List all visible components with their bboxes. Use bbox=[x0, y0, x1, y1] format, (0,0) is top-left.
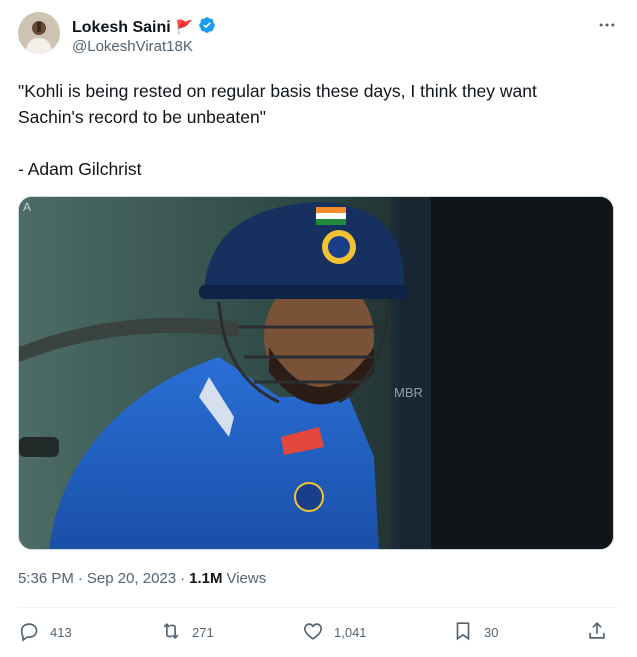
flag-icon: 🚩 bbox=[175, 19, 194, 35]
svg-text:MBR: MBR bbox=[394, 385, 423, 400]
avatar[interactable] bbox=[18, 12, 60, 54]
reply-icon bbox=[18, 620, 40, 645]
tweet-line-1: "Kohli is being rested on regular basis … bbox=[18, 81, 537, 101]
retweet-button[interactable]: 271 bbox=[160, 620, 214, 645]
reply-count: 413 bbox=[50, 625, 72, 640]
more-horizontal-icon[interactable] bbox=[596, 14, 618, 36]
bookmark-count: 30 bbox=[484, 625, 499, 640]
tweet-actions: 413 271 1,041 30 bbox=[18, 620, 618, 648]
share-icon bbox=[586, 620, 608, 645]
tweet-media-image[interactable]: A MBR bbox=[18, 196, 614, 550]
share-button[interactable] bbox=[586, 620, 608, 645]
like-count: 1,041 bbox=[334, 625, 367, 640]
verified-badge-icon bbox=[198, 16, 216, 39]
tweet-time[interactable]: 5:36 PM bbox=[18, 570, 74, 587]
bookmark-button[interactable]: 30 bbox=[452, 620, 498, 645]
cricketer-photo: A MBR bbox=[19, 197, 613, 549]
heart-icon bbox=[302, 620, 324, 645]
tweet-text: "Kohli is being rested on regular basis … bbox=[18, 78, 618, 182]
meta-separator-2: · bbox=[180, 570, 186, 587]
svg-text:A: A bbox=[23, 200, 31, 214]
reply-button[interactable]: 413 bbox=[18, 620, 72, 645]
tweet-date[interactable]: Sep 20, 2023 bbox=[87, 570, 176, 587]
tweet-line-3: - Adam Gilchrist bbox=[18, 159, 142, 179]
tweet-line-2: Sachin's record to be unbeaten" bbox=[18, 107, 266, 127]
name-row: Lokesh Saini 🚩 bbox=[72, 16, 216, 39]
retweet-count: 271 bbox=[192, 625, 214, 640]
meta-separator: · bbox=[77, 570, 83, 587]
like-button[interactable]: 1,041 bbox=[302, 620, 367, 645]
author-name[interactable]: Lokesh Saini bbox=[72, 19, 171, 37]
tweet-meta: 5:36 PM · Sep 20, 2023 · 1.1M Views bbox=[18, 570, 266, 587]
views-label: Views bbox=[226, 570, 267, 587]
author-handle[interactable]: @LokeshVirat18K bbox=[72, 38, 193, 55]
views-count[interactable]: 1.1M bbox=[189, 570, 222, 587]
bookmark-icon bbox=[452, 620, 474, 645]
divider bbox=[18, 607, 618, 608]
tweet-header: Lokesh Saini 🚩 @LokeshVirat18K bbox=[18, 12, 618, 60]
retweet-icon bbox=[160, 620, 182, 645]
